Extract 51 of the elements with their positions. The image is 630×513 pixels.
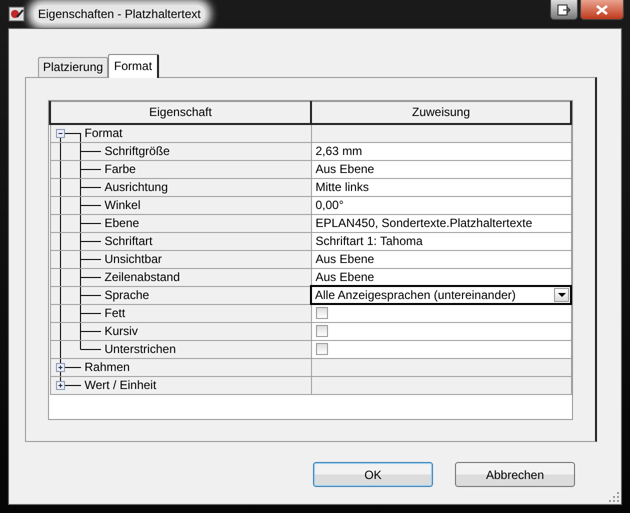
property-name: Ausrichtung <box>104 179 168 195</box>
app-icon <box>8 5 26 23</box>
column-header[interactable]: Zuweisung <box>311 102 571 124</box>
window-button[interactable] <box>550 0 578 20</box>
property-name: Rahmen <box>84 359 130 375</box>
column-header[interactable]: Eigenschaft <box>50 102 311 124</box>
tree-connector <box>60 232 100 250</box>
property-name: Sprache <box>104 287 150 303</box>
property-value: 2,63 mm <box>311 142 571 160</box>
property-name: Format <box>84 125 123 141</box>
property-name: Winkel <box>104 197 141 213</box>
property-value: Mitte links <box>311 178 571 196</box>
checkbox[interactable] <box>316 343 328 355</box>
tree-connector <box>60 214 100 232</box>
exit-icon <box>557 4 571 16</box>
property-name: Zeilenabstand <box>104 269 180 285</box>
property-name: Fett <box>104 305 126 321</box>
property-name: Wert / Einheit <box>84 377 156 393</box>
cancel-button[interactable]: Abbrechen <box>455 462 575 487</box>
checkbox[interactable] <box>316 325 328 337</box>
window-title: Eigenschaften - Platzhaltertext <box>34 5 205 23</box>
property-name: Schriftart <box>104 233 153 249</box>
property-value: 0,00° <box>311 196 571 214</box>
property-value: Schriftart 1: Tahoma <box>311 232 571 250</box>
checkbox[interactable] <box>316 307 328 320</box>
property-name: Unsichtbar <box>104 251 162 267</box>
close-button[interactable] <box>580 0 624 20</box>
tree-connector <box>60 196 100 214</box>
property-name: Farbe <box>104 161 136 177</box>
expand-icon[interactable] <box>56 362 64 372</box>
property-name: Schriftgröße <box>104 143 170 159</box>
property-name: Kursiv <box>104 323 138 339</box>
tab[interactable]: Platzierung <box>38 57 108 77</box>
tree-connector <box>60 160 100 178</box>
expand-icon[interactable] <box>56 380 64 390</box>
property-name: Ebene <box>104 215 140 231</box>
tree-connector <box>60 250 100 268</box>
tab[interactable]: Format <box>108 54 160 78</box>
tree-connector <box>60 286 100 304</box>
collapse-icon[interactable] <box>56 128 64 138</box>
property-value: EPLAN450, Sondertexte.Platzhaltertexte <box>311 214 571 232</box>
property-value: Aus Ebene <box>311 160 571 178</box>
tree-connector <box>60 322 100 340</box>
tree-connector <box>60 178 100 196</box>
property-name: Unterstrichen <box>104 341 176 357</box>
ok-button[interactable]: OK <box>313 462 433 487</box>
tree-connector <box>60 268 100 286</box>
tree-connector <box>60 304 100 322</box>
close-icon <box>596 4 608 14</box>
resize-grip-icon[interactable] <box>609 492 619 502</box>
property-value: Aus Ebene <box>311 250 571 268</box>
